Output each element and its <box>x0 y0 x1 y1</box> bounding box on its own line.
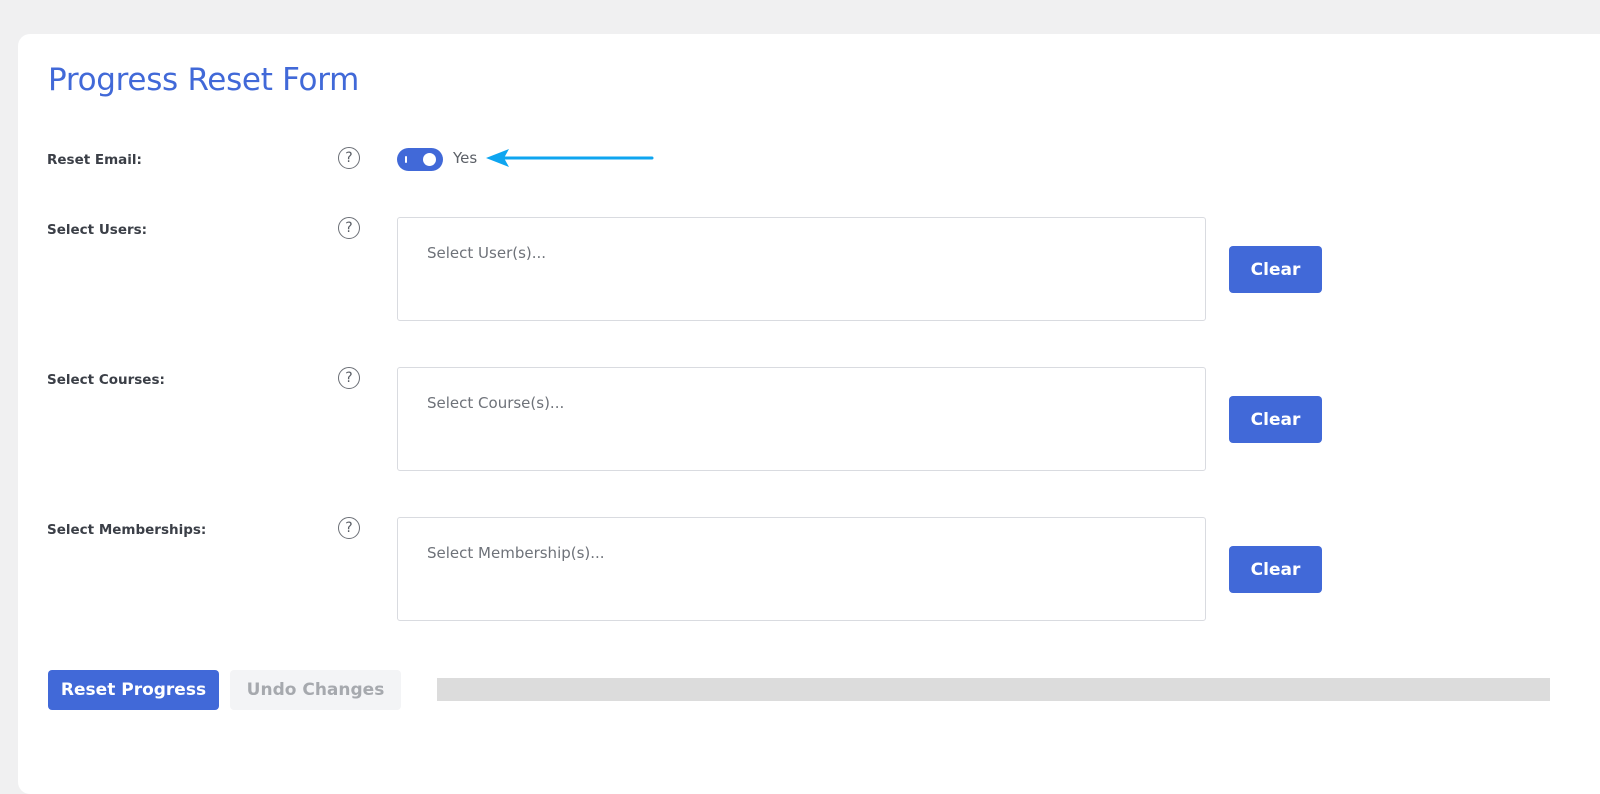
select-memberships-label: Select Memberships: <box>47 522 207 538</box>
reset-progress-button[interactable]: Reset Progress <box>48 670 219 710</box>
reset-email-toggle[interactable] <box>397 148 443 171</box>
courses-search-input[interactable] <box>427 394 1127 412</box>
memberships-select[interactable] <box>397 517 1206 621</box>
clear-courses-button[interactable]: Clear <box>1229 396 1322 443</box>
toggle-on-indicator <box>405 156 407 163</box>
toggle-knob <box>423 153 436 166</box>
courses-select[interactable] <box>397 367 1206 471</box>
reset-email-help-icon[interactable]: ? <box>338 147 360 169</box>
select-memberships-help-icon[interactable]: ? <box>338 517 360 539</box>
select-courses-label: Select Courses: <box>47 372 165 388</box>
select-courses-help-icon[interactable]: ? <box>338 367 360 389</box>
reset-email-label: Reset Email: <box>47 152 142 168</box>
progress-bar <box>437 678 1550 701</box>
annotation-arrow-icon <box>486 149 654 167</box>
undo-changes-button: Undo Changes <box>230 670 401 710</box>
clear-memberships-button[interactable]: Clear <box>1229 546 1322 593</box>
select-users-help-icon[interactable]: ? <box>338 217 360 239</box>
users-search-input[interactable] <box>427 244 1127 262</box>
clear-users-button[interactable]: Clear <box>1229 246 1322 293</box>
select-users-label: Select Users: <box>47 222 148 238</box>
users-select[interactable] <box>397 217 1206 321</box>
page-title: Progress Reset Form <box>48 62 359 98</box>
memberships-search-input[interactable] <box>427 544 1127 562</box>
reset-email-toggle-text: Yes <box>453 149 478 167</box>
